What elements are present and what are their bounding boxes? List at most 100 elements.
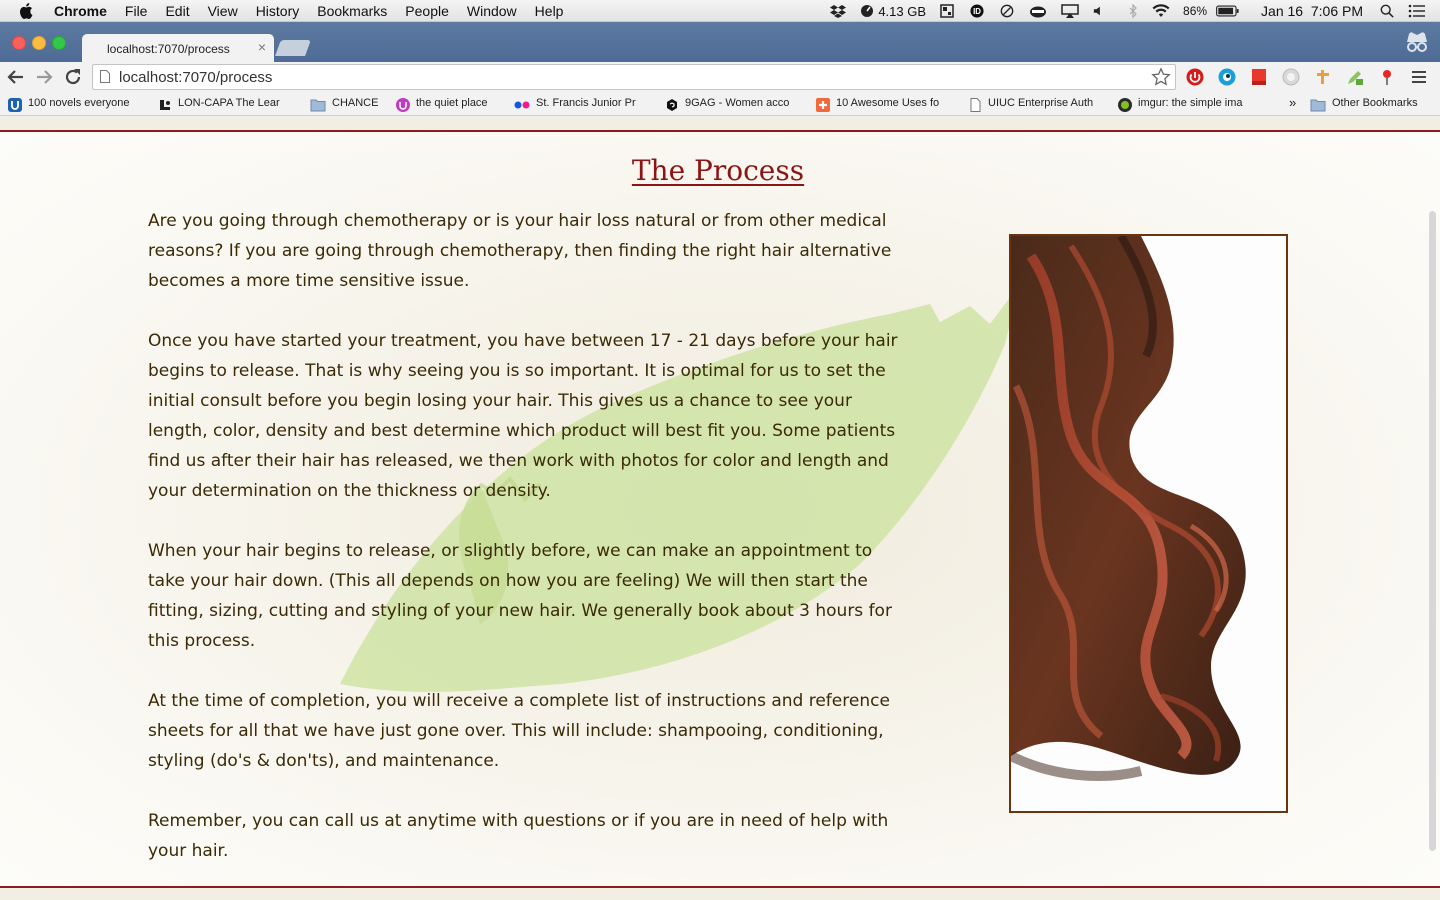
page-icon <box>100 70 110 83</box>
menu-people[interactable]: People <box>405 3 449 19</box>
extension-gray-circle-icon[interactable] <box>1282 68 1300 86</box>
forward-arrow-icon[interactable] <box>34 67 54 87</box>
battery-icon[interactable] <box>1216 4 1240 18</box>
url-text[interactable]: localhost:7070/process <box>119 69 272 86</box>
bookmark-label: 100 novels everyone <box>28 97 130 109</box>
paragraph: Once you have started your treatment, yo… <box>148 331 898 501</box>
flickr-dots-icon <box>514 101 530 109</box>
page-title: The Process <box>631 154 805 187</box>
dropbox-icon[interactable] <box>830 4 847 18</box>
page-viewport[interactable]: The Process Are you going through chemot… <box>0 116 1440 900</box>
status-area: 4.13 GB ID 86% Jan 16 7:06 PM <box>823 0 1440 22</box>
bookmark-label: 10 Awesome Uses fo <box>836 97 940 109</box>
reload-icon[interactable] <box>63 67 83 87</box>
bookmark-item[interactable]: 100 novels everyone <box>8 97 144 112</box>
menu-help[interactable]: Help <box>535 3 564 19</box>
tab-strip: localhost:7070/process × <box>0 22 1440 62</box>
tab-process[interactable]: localhost:7070/process × <box>82 34 274 62</box>
airplay-icon[interactable] <box>1061 4 1079 18</box>
menu-window[interactable]: Window <box>467 3 517 19</box>
paragraph: Remember, you can call us at anytime wit… <box>148 811 889 861</box>
bookmark-item[interactable]: imgur: the simple ima <box>1118 97 1254 112</box>
bookmark-label: 9GAG - Women acco <box>685 97 790 109</box>
notification-center-icon[interactable] <box>1408 4 1426 18</box>
bookmark-star-icon[interactable] <box>1151 67 1171 87</box>
tab-close-icon[interactable]: × <box>258 39 266 55</box>
window-minimize-button[interactable] <box>32 36 46 50</box>
loncapa-icon <box>160 100 170 110</box>
memory-gauge-icon[interactable] <box>860 4 874 18</box>
bookmark-item[interactable]: LON-CAPA The Lear <box>158 97 294 112</box>
imgur-icon <box>1118 98 1132 112</box>
extension-pin-icon[interactable] <box>1378 68 1396 86</box>
bookmark-item[interactable]: 9GAG - Women acco <box>665 97 801 112</box>
menu-view[interactable]: View <box>208 3 238 19</box>
memory-readout[interactable]: 4.13 GB <box>878 4 926 19</box>
quiet-place-icon <box>396 98 410 112</box>
macos-menubar: Chrome File Edit View History Bookmarks … <box>0 0 1440 22</box>
browser-toolbar: localhost:7070/process <box>0 62 1440 92</box>
extension-blue-icon[interactable] <box>1218 68 1236 86</box>
menu-bookmarks[interactable]: Bookmarks <box>317 3 387 19</box>
address-bar[interactable]: localhost:7070/process <box>92 64 1176 90</box>
other-bookmarks-label: Other Bookmarks <box>1332 97 1418 109</box>
menu-app-name[interactable]: Chrome <box>54 3 107 19</box>
app-menus: Chrome File Edit View History Bookmarks … <box>54 3 581 19</box>
back-arrow-icon[interactable] <box>6 67 26 87</box>
bookmark-item[interactable]: St. Francis Junior Pr <box>514 97 652 112</box>
folder-icon <box>1310 99 1326 112</box>
footer-rule <box>0 886 1440 900</box>
bookmark-item[interactable]: CHANCE <box>310 97 390 112</box>
header-rule <box>0 116 1440 132</box>
adblock-extension-icon[interactable] <box>1186 68 1204 86</box>
bookmark-label: St. Francis Junior Pr <box>536 97 636 109</box>
hair-curl-image <box>1011 236 1286 811</box>
chrome-menu-icon[interactable] <box>1412 70 1426 84</box>
9gag-icon <box>667 99 677 111</box>
process-content: Are you going through chemotherapy or is… <box>148 206 908 896</box>
new-tab-button[interactable] <box>275 40 311 56</box>
incognito-profile-icon[interactable] <box>1402 30 1432 56</box>
tab-title: localhost:7070/process <box>107 42 230 56</box>
page-scrollbar[interactable] <box>1429 211 1436 851</box>
window-grid-icon[interactable] <box>939 4 955 18</box>
bookmark-item[interactable]: UIUC Enterprise Auth <box>968 97 1104 112</box>
volume-icon[interactable] <box>1093 4 1105 18</box>
wifi-icon[interactable] <box>1152 4 1170 18</box>
menu-edit[interactable]: Edit <box>165 3 189 19</box>
window-zoom-button[interactable] <box>52 36 66 50</box>
apple-icon[interactable] <box>19 2 35 19</box>
folder-icon <box>310 99 326 112</box>
sync-circle-icon[interactable] <box>999 4 1015 18</box>
bookmark-label: imgur: the simple ima <box>1138 97 1243 109</box>
helmet-icon[interactable] <box>1029 4 1047 18</box>
bookmark-label: UIUC Enterprise Auth <box>988 97 1094 109</box>
paragraph: At the time of completion, you will rece… <box>148 691 890 771</box>
bookmark-label: LON-CAPA The Lear <box>178 97 280 109</box>
menu-history[interactable]: History <box>256 3 300 19</box>
extension-pencil-icon[interactable] <box>1346 68 1364 86</box>
spotlight-search-icon[interactable] <box>1379 4 1395 18</box>
extension-cross-icon[interactable] <box>1314 68 1332 86</box>
paragraph: When your hair begins to release, or sli… <box>148 541 892 651</box>
bookmark-label: CHANCE <box>332 97 379 109</box>
plus-cross-icon <box>816 98 830 112</box>
extension-red-square-icon[interactable] <box>1250 68 1268 86</box>
window-close-button[interactable] <box>12 36 26 50</box>
bookmarks-bar: 100 novels everyone LON-CAPA The Lear CH… <box>0 92 1440 116</box>
u-icon <box>8 98 22 112</box>
bluetooth-icon[interactable] <box>1128 4 1138 18</box>
paragraph: Are you going through chemotherapy or is… <box>148 211 892 291</box>
svg-text:ID: ID <box>973 7 981 16</box>
other-bookmarks[interactable]: Other Bookmarks <box>1310 97 1436 112</box>
page-icon <box>970 98 981 112</box>
id-icon[interactable]: ID <box>969 4 985 18</box>
battery-percent[interactable]: 86% <box>1183 4 1207 18</box>
bookmark-item[interactable]: the quiet place <box>396 97 506 112</box>
menu-file[interactable]: File <box>125 3 148 19</box>
hair-photo <box>1009 234 1288 813</box>
menubar-clock[interactable]: Jan 16 7:06 PM <box>1261 3 1363 19</box>
bookmarks-overflow-chevron[interactable]: » <box>1289 95 1301 110</box>
bookmark-label: the quiet place <box>416 97 488 109</box>
bookmark-item[interactable]: 10 Awesome Uses fo <box>816 97 952 112</box>
